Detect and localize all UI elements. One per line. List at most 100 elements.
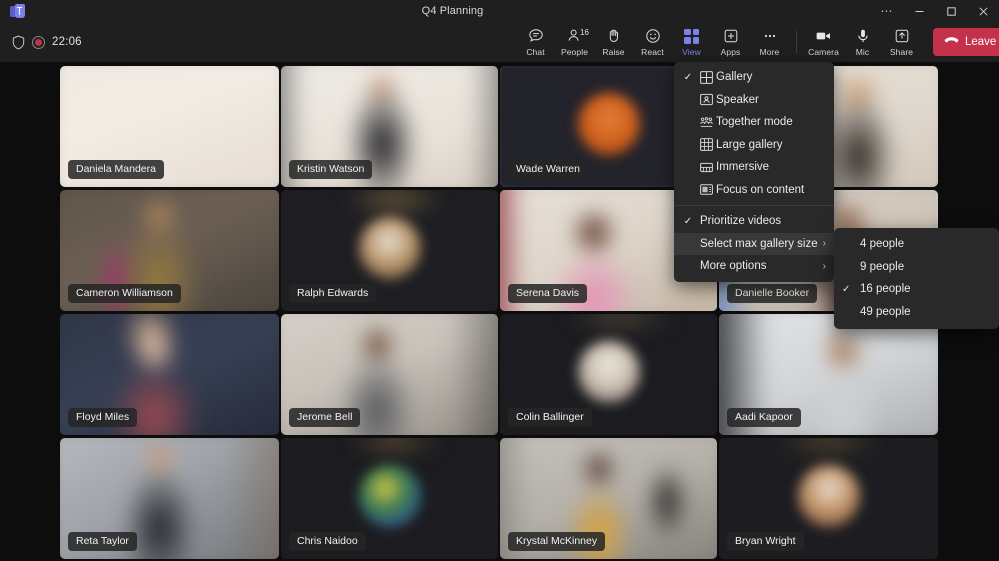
toolbar-apps-label: Apps [721, 47, 741, 57]
focus-content-icon [696, 183, 716, 196]
menu-item-gallery[interactable]: ✓ Gallery [674, 66, 834, 89]
toolbar-people-button[interactable]: 16 People [555, 22, 594, 62]
participant-name: Chris Naidoo [289, 532, 366, 551]
menu-item-prioritize-videos-label: Prioritize videos [696, 215, 826, 227]
menu-item-large-gallery[interactable]: Large gallery [674, 134, 834, 157]
participant-tile[interactable]: Cameron Williamson [60, 190, 279, 311]
menu-item-together-mode-label: Together mode [716, 116, 826, 128]
participant-tile[interactable]: Daniela Mandera [60, 66, 279, 187]
participant-tile[interactable]: Kristin Watson [281, 66, 498, 187]
chevron-right-icon: › [823, 261, 826, 272]
leave-button[interactable]: Leave [933, 28, 999, 56]
participant-tile[interactable]: Reta Taylor [60, 438, 279, 559]
toolbar-share-label: Share [890, 47, 913, 57]
check-icon: ✓ [842, 284, 860, 295]
toolbar-more-button[interactable]: More [750, 22, 789, 62]
meeting-toolbar: 22:06 Chat 16 People Raise [0, 22, 999, 62]
submenu-item-16-people-label: 16 people [860, 283, 911, 295]
menu-item-together-mode[interactable]: Together mode [674, 111, 834, 134]
hand-icon [606, 28, 622, 45]
participant-tile[interactable]: Aadi Kapoor [719, 314, 938, 435]
people-count-badge: 16 [580, 28, 589, 37]
toolbar-camera-button[interactable]: Camera [804, 22, 843, 62]
window-title: Q4 Planning [34, 5, 871, 17]
ellipsis-icon [762, 28, 778, 45]
leave-button-label: Leave [965, 36, 996, 48]
menu-item-focus-on-content[interactable]: Focus on content [674, 179, 834, 202]
participant-name: Serena Davis [508, 284, 587, 303]
minimize-icon[interactable] [903, 0, 935, 22]
toolbar-divider [796, 31, 797, 53]
toolbar-raise-button[interactable]: Raise [594, 22, 633, 62]
chat-icon [528, 28, 544, 45]
check-icon: ✓ [680, 72, 696, 83]
participant-name: Krystal McKinney [508, 532, 605, 551]
participant-tile[interactable]: Jerome Bell [281, 314, 498, 435]
gallery-size-submenu: 4 people 9 people ✓ 16 people 49 people [834, 228, 999, 329]
chevron-right-icon: › [823, 238, 826, 249]
avatar [578, 341, 640, 403]
mic-icon [855, 28, 871, 45]
submenu-item-49-people[interactable]: 49 people [834, 301, 999, 324]
gallery-icon [696, 71, 716, 84]
menu-item-speaker[interactable]: Speaker [674, 89, 834, 112]
recording-indicator [32, 36, 45, 49]
toolbar-chat-label: Chat [526, 47, 544, 57]
plus-box-icon [723, 28, 739, 45]
toolbar-share-button[interactable]: Share [882, 22, 921, 62]
participant-tile[interactable]: Bryan Wright [719, 438, 938, 559]
participant-tile[interactable]: Floyd Miles [60, 314, 279, 435]
large-gallery-icon [696, 138, 716, 151]
participant-name: Wade Warren [508, 160, 588, 179]
more-window-options-icon[interactable]: ⋯ [871, 0, 903, 22]
toolbar-chat-button[interactable]: Chat [516, 22, 555, 62]
toolbar-mic-button[interactable]: Mic [843, 22, 882, 62]
maximize-icon[interactable] [935, 0, 967, 22]
participant-tile[interactable]: Colin Ballinger [500, 314, 717, 435]
participant-name: Floyd Miles [68, 408, 137, 427]
menu-item-more-options[interactable]: More options › [674, 255, 834, 278]
toolbar-view-button[interactable]: View [672, 22, 711, 62]
toolbar-view-label: View [682, 47, 701, 57]
avatar [359, 217, 421, 279]
toolbar-raise-label: Raise [602, 47, 624, 57]
toolbar-react-button[interactable]: React [633, 22, 672, 62]
menu-item-prioritize-videos[interactable]: ✓ Prioritize videos [674, 210, 834, 233]
camera-icon [815, 28, 832, 45]
participant-name: Aadi Kapoor [727, 408, 801, 427]
participant-name: Bryan Wright [727, 532, 804, 551]
menu-item-immersive[interactable]: Immersive [674, 156, 834, 179]
submenu-item-4-people[interactable]: 4 people [834, 233, 999, 256]
avatar [359, 465, 421, 527]
participant-tile[interactable]: Chris Naidoo [281, 438, 498, 559]
menu-item-select-max-gallery-size-label: Select max gallery size [696, 238, 823, 250]
menu-item-gallery-label: Gallery [716, 71, 826, 83]
participant-tile[interactable]: Krystal McKinney [500, 438, 717, 559]
participant-name: Ralph Edwards [289, 284, 376, 303]
toolbar-react-label: React [641, 47, 664, 57]
avatar [578, 93, 640, 155]
shield-icon [12, 35, 25, 50]
menu-item-select-max-gallery-size[interactable]: Select max gallery size › [674, 233, 834, 256]
toolbar-actions: Chat 16 People Raise React [516, 22, 999, 62]
submenu-item-49-people-label: 49 people [860, 306, 911, 318]
menu-item-immersive-label: Immersive [716, 161, 826, 173]
participant-name: Cameron Williamson [68, 284, 181, 303]
title-bar: Q4 Planning ⋯ [0, 0, 999, 22]
participant-name: Kristin Watson [289, 160, 372, 179]
participant-name: Danielle Booker [727, 284, 817, 303]
menu-divider [674, 205, 834, 206]
submenu-item-9-people[interactable]: 9 people [834, 256, 999, 279]
close-icon[interactable] [967, 0, 999, 22]
window-controls: ⋯ [871, 0, 999, 22]
submenu-item-4-people-label: 4 people [860, 238, 904, 250]
avatar [798, 465, 860, 527]
menu-item-focus-on-content-label: Focus on content [716, 184, 826, 196]
submenu-item-16-people[interactable]: ✓ 16 people [834, 278, 999, 301]
grid-icon [684, 28, 699, 45]
participant-name: Jerome Bell [289, 408, 360, 427]
participant-name: Daniela Mandera [68, 160, 164, 179]
toolbar-apps-button[interactable]: Apps [711, 22, 750, 62]
participant-tile[interactable]: Ralph Edwards [281, 190, 498, 311]
immersive-icon [696, 161, 716, 174]
